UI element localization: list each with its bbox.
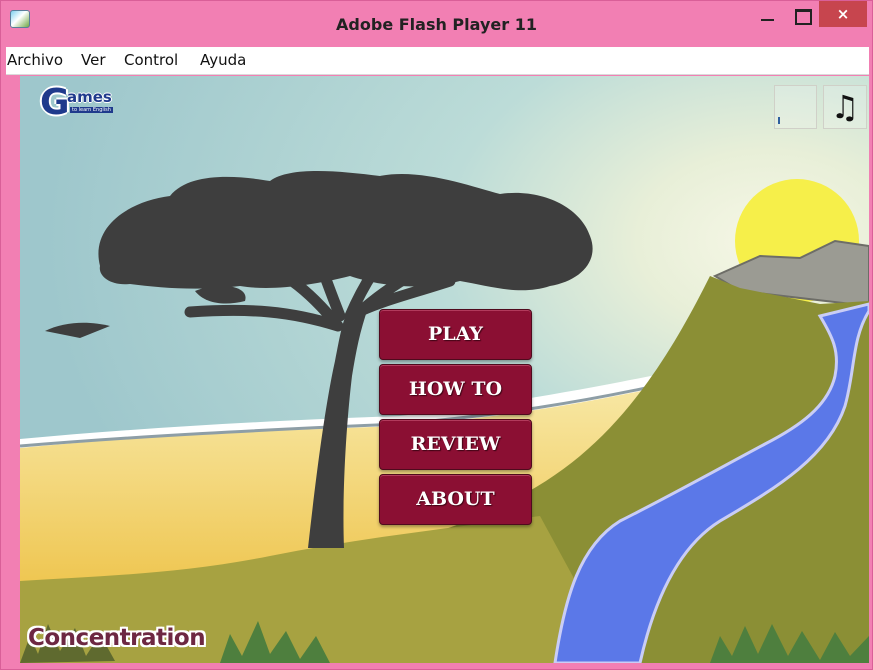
menu-ayuda[interactable]: Ayuda [200,51,246,69]
logo-tagline: to learn English [70,107,113,113]
music-note-icon: ♫ [830,88,860,126]
review-button[interactable]: REVIEW [379,419,532,470]
flash-player-window: Adobe Flash Player 11 × Archivo Ver Cont… [0,0,873,670]
close-button[interactable]: × [819,1,867,27]
window-title: Adobe Flash Player 11 [336,15,537,34]
menu-bar: Archivo Ver Control Ayuda [6,47,869,75]
game-title: Concentration [28,625,206,651]
logo-letter: G [40,82,70,123]
title-bar[interactable]: Adobe Flash Player 11 × [1,1,872,45]
menu-ver[interactable]: Ver [81,51,106,69]
logo-word: ames [67,88,112,106]
flash-stage[interactable]: G ames to learn English ♫ PLAY HOW TO RE… [20,76,869,663]
play-button[interactable]: PLAY [379,309,532,360]
menu-archivo[interactable]: Archivo [7,51,63,69]
how-to-button[interactable]: HOW TO [379,364,532,415]
volume-control[interactable] [774,85,817,129]
about-button[interactable]: ABOUT [379,474,532,525]
volume-level-bar [778,117,780,124]
minimize-button[interactable] [753,2,783,29]
music-toggle-button[interactable]: ♫ [823,85,867,129]
games-logo[interactable]: G ames to learn English [40,85,136,125]
maximize-button[interactable] [787,2,817,29]
menu-control[interactable]: Control [124,51,178,69]
